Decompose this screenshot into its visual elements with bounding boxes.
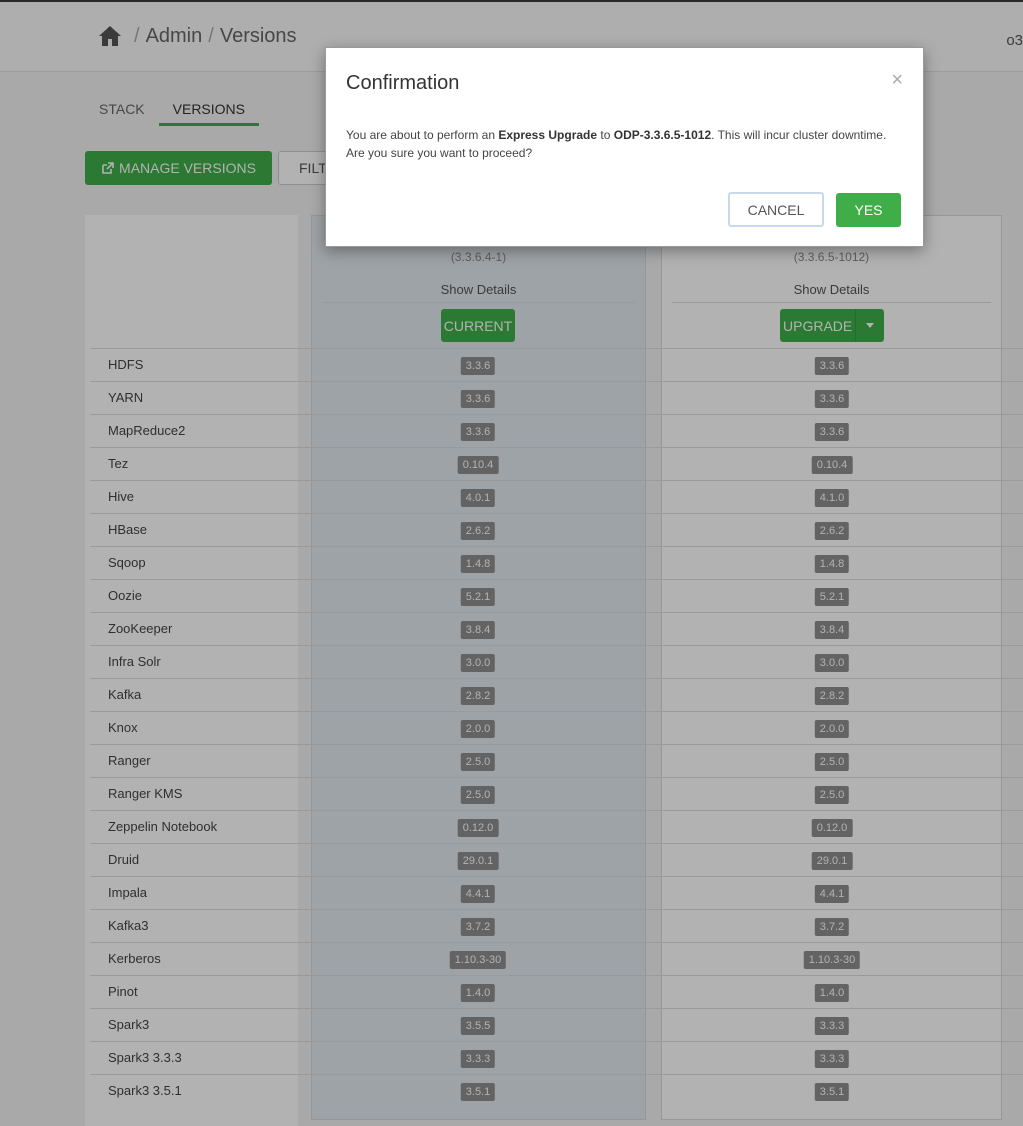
upgrade-type: Express Upgrade: [498, 128, 598, 142]
dialog-message: You are about to perform an Express Upgr…: [346, 126, 906, 162]
message-text-3: . This will incur cluster downtime.: [711, 128, 887, 142]
cancel-button[interactable]: CANCEL: [728, 192, 824, 227]
message-text-1: You are about to perform an: [346, 128, 499, 142]
close-icon[interactable]: ×: [891, 70, 903, 90]
target-version: ODP-3.3.6.5-1012: [613, 128, 712, 142]
dialog-title: Confirmation: [346, 72, 460, 94]
confirmation-dialog: Confirmation × You are about to perform …: [325, 47, 924, 247]
confirmation-question: Are you sure you want to proceed?: [346, 146, 533, 160]
yes-button[interactable]: YES: [836, 193, 901, 227]
message-text-2: to: [597, 128, 614, 142]
